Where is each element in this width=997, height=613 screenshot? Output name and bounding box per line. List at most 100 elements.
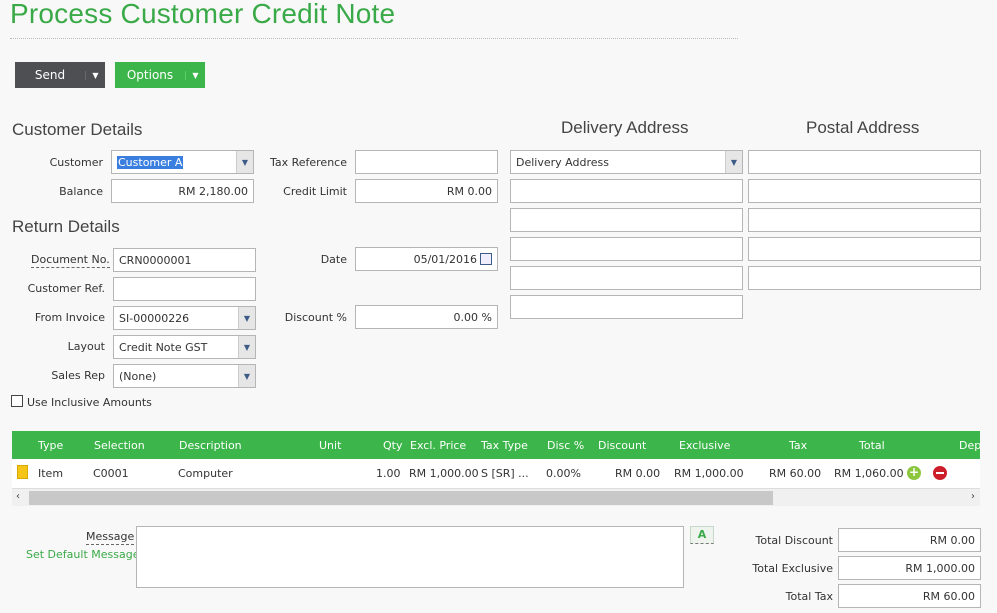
delete-row-icon[interactable]: [933, 466, 947, 480]
column-header-tax[interactable]: Tax: [789, 439, 807, 452]
balance-value: RM 2,180.00: [178, 184, 248, 198]
column-header-qty[interactable]: Qty: [383, 439, 402, 452]
total-tax-field: RM 60.00: [838, 584, 981, 608]
total-exclusive-label: Total Exclusive: [752, 562, 833, 575]
chevron-down-icon[interactable]: ▼: [185, 70, 205, 80]
delivery-address-line-3[interactable]: [510, 237, 743, 261]
chevron-down-icon[interactable]: ▼: [725, 151, 742, 173]
delivery-address-line-2[interactable]: [510, 208, 743, 232]
chevron-down-icon[interactable]: ▼: [238, 307, 255, 329]
delivery-address-line-4[interactable]: [510, 266, 743, 290]
column-header-total[interactable]: Total: [859, 439, 885, 452]
document-no-label-wrap: Document No.: [31, 253, 110, 268]
cell-discount[interactable]: RM 0.00: [615, 467, 660, 480]
postal-address-line-3[interactable]: [748, 208, 981, 232]
credit-limit-label: Credit Limit: [283, 185, 347, 198]
cell-exclusive[interactable]: RM 1,000.00: [674, 467, 744, 480]
delivery-address-line-5[interactable]: [510, 295, 743, 319]
use-inclusive-label: Use Inclusive Amounts: [27, 396, 152, 409]
balance-label: Balance: [59, 185, 103, 198]
total-exclusive-value: RM 1,000.00: [905, 561, 975, 575]
options-button[interactable]: Options ▼: [115, 62, 205, 88]
column-header-selection[interactable]: Selection: [94, 439, 145, 452]
send-button[interactable]: Send ▼: [15, 62, 105, 88]
column-header-exclusive[interactable]: Exclusive: [679, 439, 730, 452]
layout-select[interactable]: Credit Note GST ▼: [113, 335, 256, 359]
total-tax-value: RM 60.00: [922, 589, 975, 603]
customer-value: Customer A: [117, 155, 184, 169]
document-no-label[interactable]: Document No.: [31, 253, 110, 268]
add-row-icon[interactable]: +: [907, 466, 921, 480]
spell-check-icon[interactable]: A: [690, 526, 714, 544]
credit-limit-value: RM 0.00: [446, 184, 492, 198]
layout-label: Layout: [67, 340, 105, 353]
postal-address-line-1[interactable]: [748, 150, 981, 174]
page-title: Process Customer Credit Note: [10, 0, 396, 29]
sales-rep-value: (None): [119, 369, 157, 383]
column-header-dep[interactable]: Dep: [959, 439, 981, 452]
table-row[interactable]: Item C0001 Computer 1.00 RM 1,000.00 S […: [12, 459, 980, 488]
postal-address-line-4[interactable]: [748, 237, 981, 261]
customer-select[interactable]: Customer A ▼: [111, 150, 254, 174]
grid-horizontal-scrollbar[interactable]: ‹ ›: [12, 488, 980, 506]
cell-selection[interactable]: C0001: [93, 467, 129, 480]
column-header-disc-pct[interactable]: Disc %: [547, 439, 584, 452]
column-header-tax-type[interactable]: Tax Type: [481, 439, 528, 452]
delivery-address-line-1[interactable]: [510, 179, 743, 203]
discount-label: Discount %: [284, 311, 347, 324]
total-discount-label: Total Discount: [755, 534, 833, 547]
chevron-down-icon[interactable]: ▼: [238, 365, 255, 387]
cell-disc-pct[interactable]: 0.00%: [546, 467, 581, 480]
cell-type[interactable]: Item: [38, 467, 63, 480]
customer-ref-label: Customer Ref.: [27, 282, 105, 295]
delivery-address-select[interactable]: Delivery Address ▼: [510, 150, 743, 174]
set-default-message-link[interactable]: Set Default Message: [26, 548, 139, 561]
customer-ref-input[interactable]: [113, 277, 256, 301]
chevron-down-icon[interactable]: ▼: [236, 151, 253, 173]
cell-excl-price[interactable]: RM 1,000.00: [409, 467, 479, 480]
from-invoice-select[interactable]: SI-00000226 ▼: [113, 306, 256, 330]
cell-qty[interactable]: 1.00: [376, 467, 401, 480]
chevron-down-icon[interactable]: ▼: [238, 336, 255, 358]
delivery-address-heading: Delivery Address: [561, 118, 689, 137]
cell-description[interactable]: Computer: [178, 467, 233, 480]
from-invoice-value: SI-00000226: [119, 311, 190, 325]
message-textarea[interactable]: [136, 526, 684, 588]
discount-percent-value: 0.00 %: [453, 310, 492, 324]
total-discount-field: RM 0.00: [838, 528, 981, 552]
message-label[interactable]: Message: [86, 530, 135, 545]
document-no-input[interactable]: CRN0000001: [113, 248, 256, 272]
return-details-heading: Return Details: [12, 217, 120, 236]
column-header-description[interactable]: Description: [179, 439, 242, 452]
cell-tax-type[interactable]: S [SR] ...: [481, 467, 529, 480]
discount-percent-input[interactable]: 0.00 %: [355, 305, 498, 329]
total-discount-value: RM 0.00: [929, 533, 975, 547]
date-input[interactable]: 05/01/2016: [355, 247, 498, 271]
scroll-right-icon[interactable]: ›: [971, 491, 975, 502]
from-invoice-label: From Invoice: [34, 311, 105, 324]
column-header-excl-price[interactable]: Excl. Price: [410, 439, 466, 452]
date-label: Date: [320, 253, 347, 266]
options-button-label: Options: [126, 68, 174, 82]
cell-tax[interactable]: RM 60.00: [769, 467, 821, 480]
note-icon[interactable]: [17, 465, 28, 479]
total-tax-label: Total Tax: [785, 590, 833, 603]
scroll-left-icon[interactable]: ‹: [16, 491, 20, 502]
calendar-icon[interactable]: [480, 253, 492, 265]
chevron-down-icon[interactable]: ▼: [85, 70, 105, 80]
grid-header: Type Selection Description Unit Qty Excl…: [12, 431, 981, 459]
sales-rep-select[interactable]: (None) ▼: [113, 364, 256, 388]
scrollbar-thumb[interactable]: [29, 491, 773, 505]
column-header-type[interactable]: Type: [38, 439, 63, 452]
column-header-unit[interactable]: Unit: [319, 439, 341, 452]
tax-reference-input[interactable]: [355, 150, 498, 174]
postal-address-line-2[interactable]: [748, 179, 981, 203]
postal-address-line-5[interactable]: [748, 266, 981, 290]
total-exclusive-field: RM 1,000.00: [838, 556, 981, 580]
use-inclusive-checkbox[interactable]: [11, 395, 23, 407]
send-button-label: Send: [34, 68, 66, 82]
credit-limit-field: RM 0.00: [355, 179, 498, 203]
cell-total[interactable]: RM 1,060.00: [834, 467, 904, 480]
date-value: 05/01/2016: [413, 252, 477, 266]
column-header-discount[interactable]: Discount: [598, 439, 646, 452]
